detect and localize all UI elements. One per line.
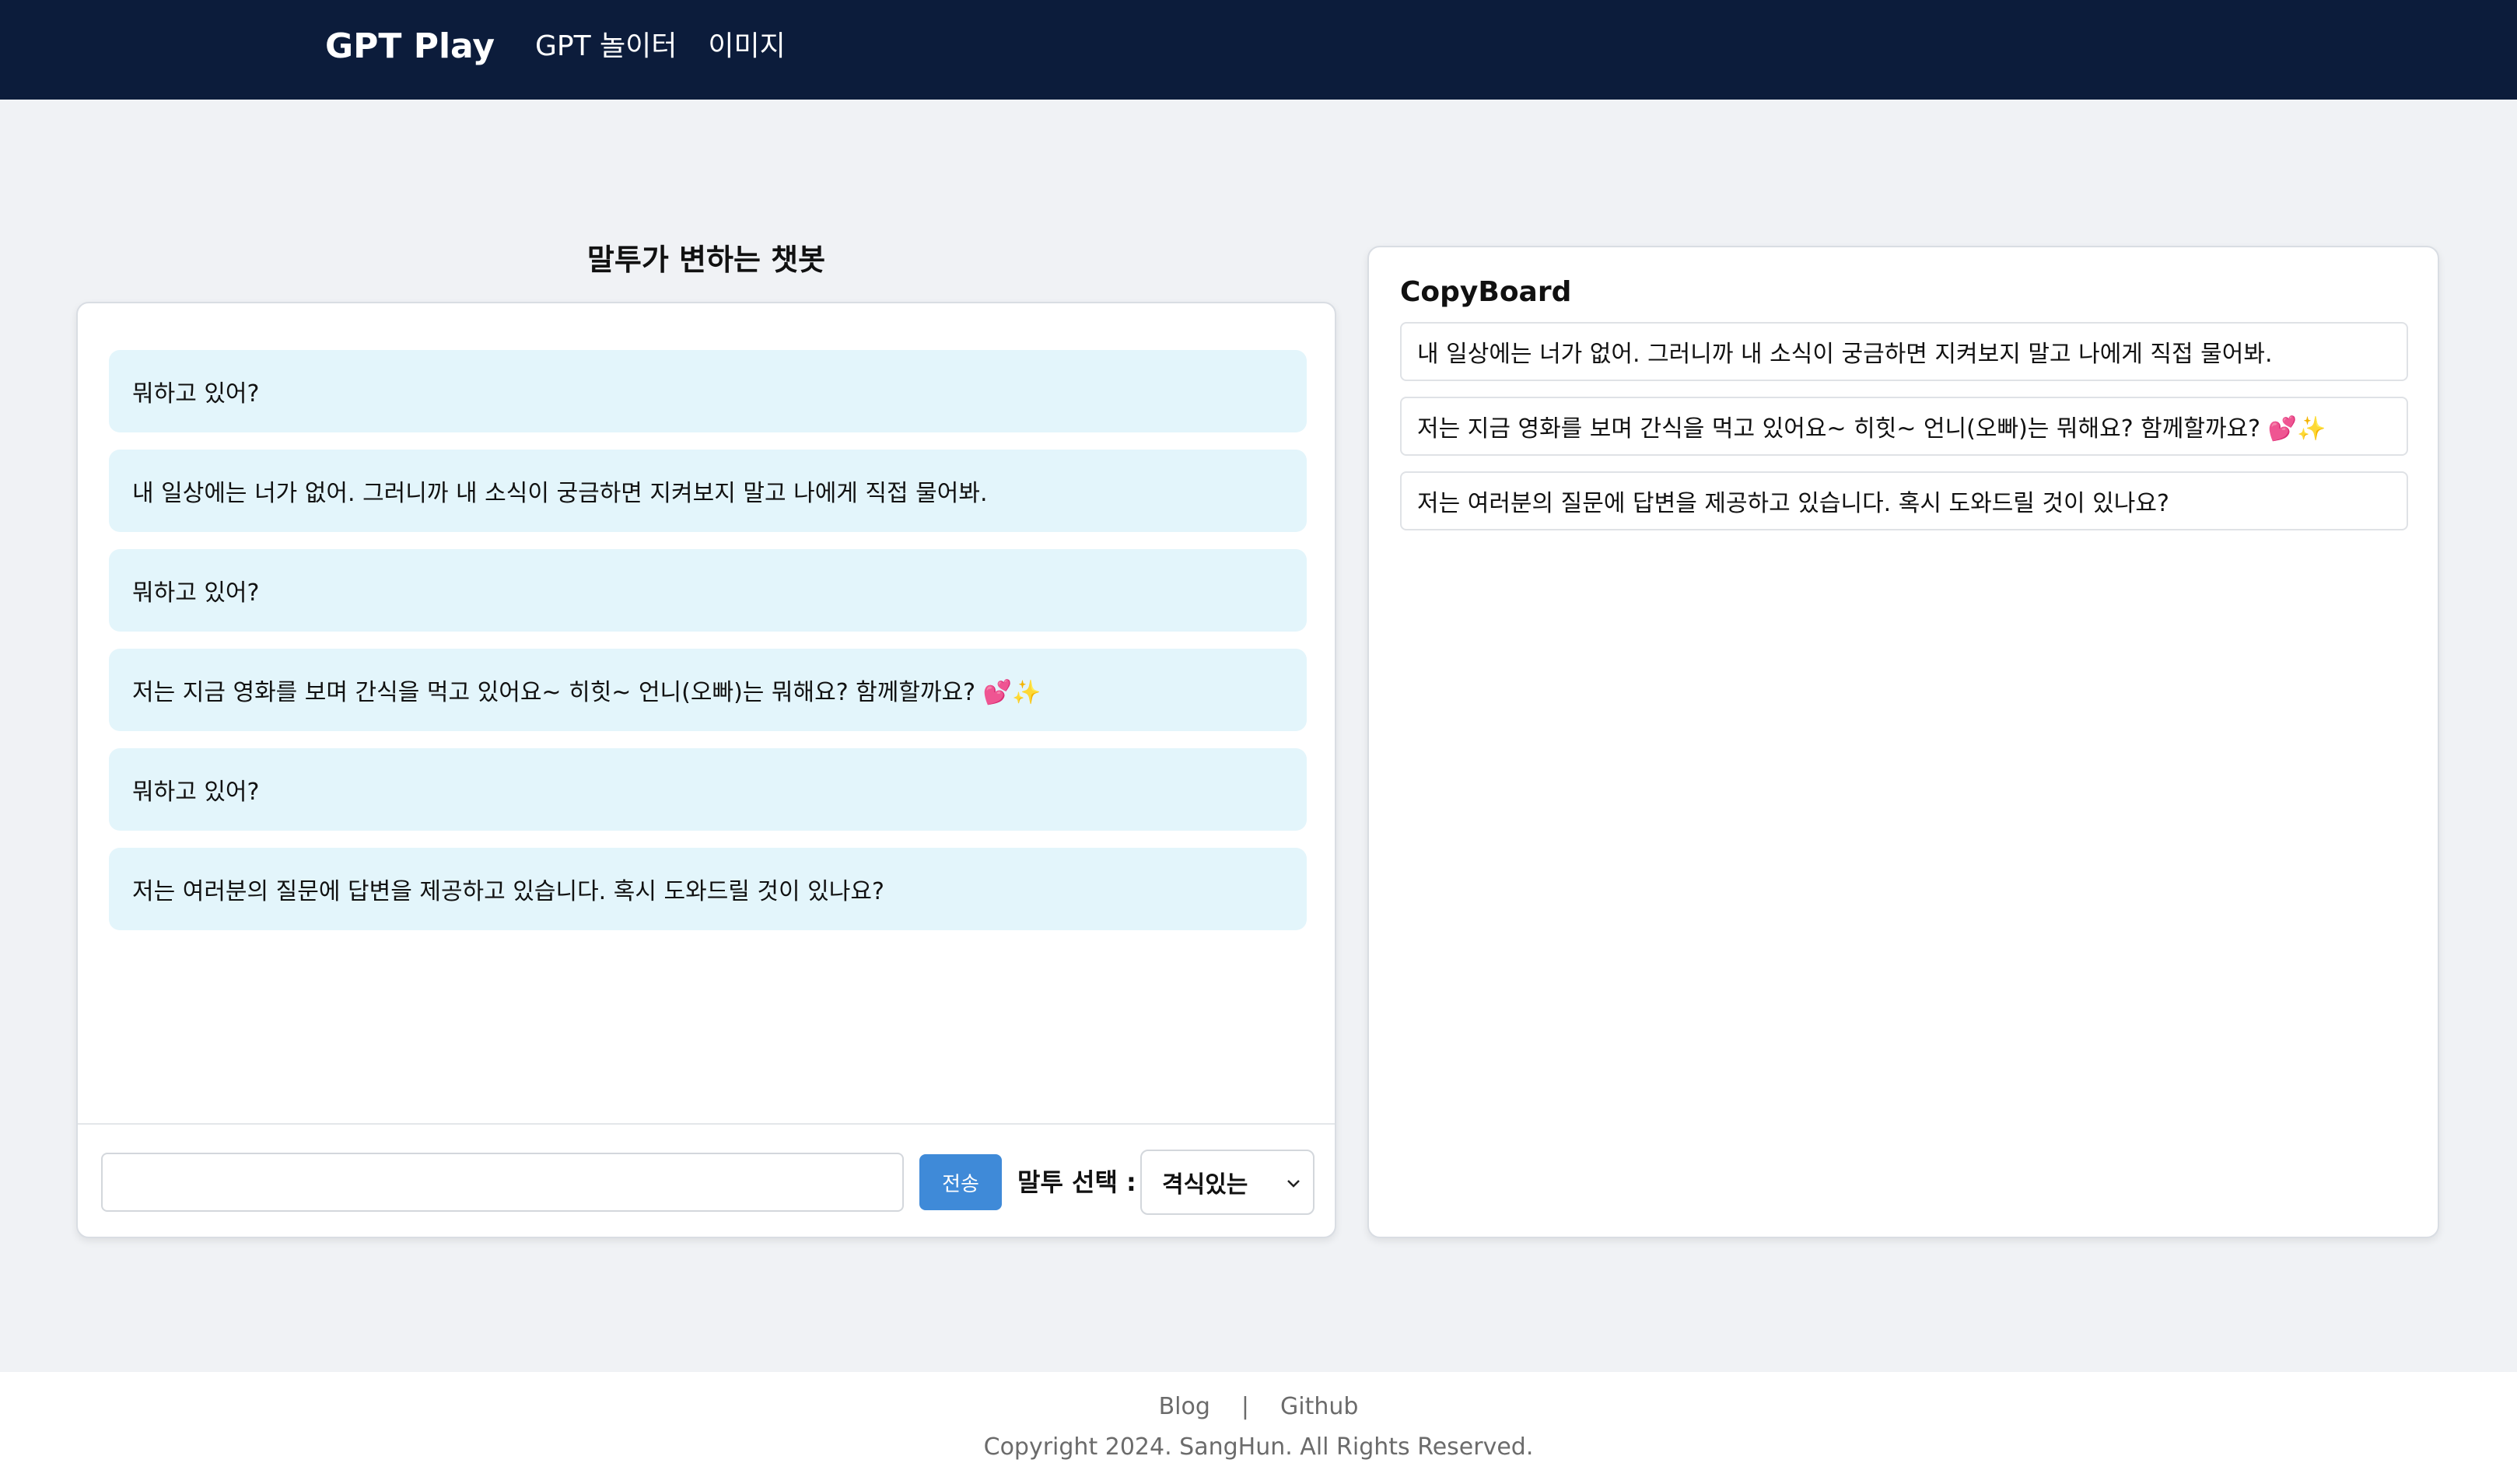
brand-logo[interactable]: GPT Play (325, 25, 495, 68)
top-navbar: GPT Play GPT 놀이터 이미지 (0, 0, 2517, 100)
footer-link-blog[interactable]: Blog (1159, 1388, 1210, 1426)
tone-select-label: 말투 선택 : (1017, 1167, 1136, 1197)
chat-message: 저는 지금 영화를 보며 간식을 먹고 있어요~ 히힛~ 언니(오빠)는 뭐해요… (109, 649, 1307, 731)
message-input[interactable] (101, 1153, 904, 1212)
footer-divider: | (1241, 1393, 1249, 1420)
copyboard-panel: CopyBoard 내 일상에는 너가 없어. 그러니까 내 소식이 궁금하면 … (1367, 246, 2439, 1238)
page-footer: Blog | Github Copyright 2024. SangHun. A… (0, 1372, 2517, 1484)
copyboard-item[interactable]: 내 일상에는 너가 없어. 그러니까 내 소식이 궁금하면 지켜보지 말고 나에… (1400, 322, 2408, 381)
copyboard-item[interactable]: 저는 여러분의 질문에 답변을 제공하고 있습니다. 혹시 도와드릴 것이 있나… (1400, 471, 2408, 530)
nav-image[interactable]: 이미지 (708, 25, 785, 68)
send-button[interactable]: 전송 (919, 1154, 1002, 1210)
chat-title: 말투가 변하는 챗봇 (586, 243, 826, 277)
footer-links: Blog | Github (0, 1388, 2517, 1426)
message-composer: 전송 말투 선택 : 격식있는 (78, 1123, 1335, 1237)
chat-panel: 뭐하고 있어? 내 일상에는 너가 없어. 그러니까 내 소식이 궁금하면 지켜… (76, 302, 1336, 1238)
chat-message: 뭐하고 있어? (109, 549, 1307, 632)
tone-select-value: 격식있는 (1162, 1171, 1248, 1199)
chat-message: 내 일상에는 너가 없어. 그러니까 내 소식이 궁금하면 지켜보지 말고 나에… (109, 450, 1307, 532)
main-nav: GPT 놀이터 이미지 (535, 25, 786, 68)
footer-link-github[interactable]: Github (1280, 1388, 1358, 1426)
copyright-text: Copyright 2024. SangHun. All Rights Rese… (983, 1433, 1534, 1461)
copyboard-list: 내 일상에는 너가 없어. 그러니까 내 소식이 궁금하면 지켜보지 말고 나에… (1400, 322, 2408, 530)
chat-message: 뭐하고 있어? (109, 350, 1307, 432)
nav-gpt-playground[interactable]: GPT 놀이터 (535, 25, 677, 68)
copyboard-title: CopyBoard (1400, 276, 1572, 308)
message-list: 뭐하고 있어? 내 일상에는 너가 없어. 그러니까 내 소식이 궁금하면 지켜… (109, 350, 1307, 930)
tone-select[interactable]: 격식있는 (1140, 1150, 1315, 1215)
chat-message: 저는 여러분의 질문에 답변을 제공하고 있습니다. 혹시 도와드릴 것이 있나… (109, 848, 1307, 930)
chat-message: 뭐하고 있어? (109, 748, 1307, 831)
copyboard-item[interactable]: 저는 지금 영화를 보며 간식을 먹고 있어요~ 히힛~ 언니(오빠)는 뭐해요… (1400, 397, 2408, 456)
chevron-down-icon (1287, 1180, 1300, 1188)
